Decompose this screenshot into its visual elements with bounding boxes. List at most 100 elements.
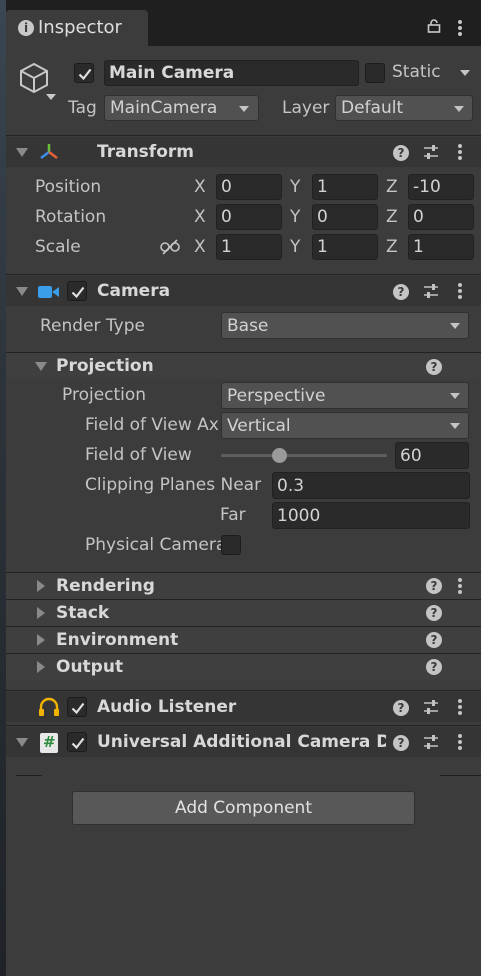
additional-data-checkbox[interactable] (67, 732, 87, 752)
component-menu-icon[interactable] (458, 734, 462, 750)
component-menu-icon[interactable] (458, 699, 462, 715)
help-icon[interactable]: ? (426, 578, 442, 594)
clipping-far-label: Far (220, 505, 246, 525)
output-section-title: Output (56, 657, 124, 677)
help-icon[interactable]: ? (393, 735, 409, 751)
position-x-field[interactable]: 0 (216, 174, 282, 200)
layer-label: Layer (282, 98, 330, 118)
divider (6, 690, 481, 691)
projection-dropdown[interactable]: Perspective (221, 382, 469, 409)
tab-menu-icon[interactable] (458, 20, 462, 36)
foldout-arrow-icon[interactable] (37, 634, 45, 646)
position-x-label[interactable]: X (194, 179, 206, 196)
physical-camera-label-clip: Physical Camera (85, 533, 221, 559)
rotation-y-field[interactable]: 0 (312, 204, 378, 230)
help-icon[interactable]: ? (393, 700, 409, 716)
static-label: Static (392, 62, 441, 82)
divider (6, 135, 481, 136)
tab-inspector[interactable]: i Inspector (6, 10, 148, 46)
rotation-x-label[interactable]: X (194, 209, 206, 226)
add-component-button[interactable]: Add Component (72, 791, 415, 825)
gameobject-name-value: Main Camera (109, 63, 235, 83)
scale-x-label[interactable]: X (194, 239, 206, 256)
clipping-near-field[interactable]: 0.3 (272, 472, 470, 499)
scale-y-label[interactable]: Y (290, 239, 300, 256)
scale-x-field[interactable]: 1 (216, 234, 282, 260)
layer-dropdown[interactable]: Default (335, 95, 473, 121)
clipping-far-field[interactable]: 1000 (272, 502, 470, 529)
rotation-y-label[interactable]: Y (290, 209, 300, 226)
position-x-value: 0 (221, 177, 232, 197)
render-type-value: Base (227, 316, 269, 336)
rotation-z-label[interactable]: Z (386, 209, 398, 226)
position-z-label[interactable]: Z (386, 179, 398, 196)
help-icon[interactable]: ? (393, 145, 409, 161)
preset-icon[interactable] (423, 734, 439, 750)
camera-icon (38, 284, 60, 298)
foldout-arrow-icon[interactable] (16, 738, 28, 747)
help-icon[interactable]: ? (426, 632, 442, 648)
help-icon[interactable]: ? (426, 659, 442, 675)
transform-header[interactable] (6, 137, 481, 167)
chevron-down-icon (454, 106, 464, 112)
rotation-label: Rotation (35, 207, 107, 227)
projection-section-title: Projection (56, 356, 154, 376)
render-type-dropdown[interactable]: Base (221, 312, 469, 339)
scale-z-field[interactable]: 1 (408, 234, 474, 260)
component-menu-icon[interactable] (458, 144, 462, 160)
section-menu-icon[interactable] (458, 578, 462, 594)
foldout-arrow-icon[interactable] (37, 607, 45, 619)
clipping-near-label: Clipping Planes Near (85, 475, 262, 495)
gameobject-cube-icon[interactable] (16, 60, 56, 104)
info-icon: i (18, 20, 34, 36)
scale-label: Scale (35, 237, 81, 257)
rotation-z-field[interactable]: 0 (408, 204, 474, 230)
help-icon[interactable]: ? (393, 284, 409, 300)
position-y-field[interactable]: 1 (312, 174, 378, 200)
foldout-arrow-icon[interactable] (16, 287, 28, 296)
scale-z-label[interactable]: Z (386, 239, 398, 256)
stack-section-title: Stack (56, 603, 110, 623)
render-type-label: Render Type (40, 316, 145, 336)
gameobject-name-field[interactable]: Main Camera (104, 60, 359, 86)
divider (440, 775, 481, 776)
fov-slider-track[interactable] (221, 454, 387, 457)
tag-dropdown[interactable]: MainCamera (104, 95, 259, 121)
scale-y-field[interactable]: 1 (312, 234, 378, 260)
help-icon[interactable]: ? (426, 605, 442, 621)
active-checkbox[interactable] (74, 63, 94, 83)
transform-axes-icon (38, 142, 60, 162)
fov-axis-label-clip: Field of View Ax (85, 412, 221, 438)
static-checkbox[interactable] (365, 63, 385, 83)
position-z-field[interactable]: -10 (408, 174, 474, 200)
rotation-x-field[interactable]: 0 (216, 204, 282, 230)
audio-listener-title: Audio Listener (97, 697, 237, 717)
clipping-near-value: 0.3 (277, 476, 305, 496)
component-menu-icon[interactable] (458, 283, 462, 299)
foldout-arrow-icon[interactable] (37, 661, 45, 673)
static-dropdown-icon[interactable] (460, 70, 470, 76)
help-icon[interactable]: ? (426, 359, 442, 375)
fov-value: 60 (400, 446, 422, 466)
unlink-icon[interactable] (160, 239, 180, 255)
fov-field[interactable]: 60 (395, 442, 469, 469)
preset-icon[interactable] (423, 144, 439, 160)
fov-axis-label: Field of View Ax (85, 415, 219, 435)
preset-icon[interactable] (423, 283, 439, 299)
headphones-icon (38, 697, 60, 717)
audio-listener-checkbox[interactable] (67, 697, 87, 717)
lock-icon[interactable] (427, 18, 441, 33)
physical-camera-checkbox[interactable] (221, 535, 241, 555)
position-y-label[interactable]: Y (290, 179, 300, 196)
fov-axis-dropdown[interactable]: Vertical (221, 412, 469, 439)
rendering-section-title: Rendering (56, 576, 155, 596)
tag-label: Tag (68, 98, 97, 118)
fov-slider-thumb[interactable] (272, 448, 287, 463)
foldout-arrow-icon[interactable] (37, 580, 45, 592)
projection-label: Projection (62, 385, 147, 405)
additional-data-title-clip: Universal Additional Camera Data (97, 728, 386, 756)
foldout-arrow-icon[interactable] (16, 148, 28, 157)
camera-enabled-checkbox[interactable] (67, 281, 87, 301)
preset-icon[interactable] (423, 699, 439, 715)
foldout-arrow-icon[interactable] (35, 362, 47, 371)
